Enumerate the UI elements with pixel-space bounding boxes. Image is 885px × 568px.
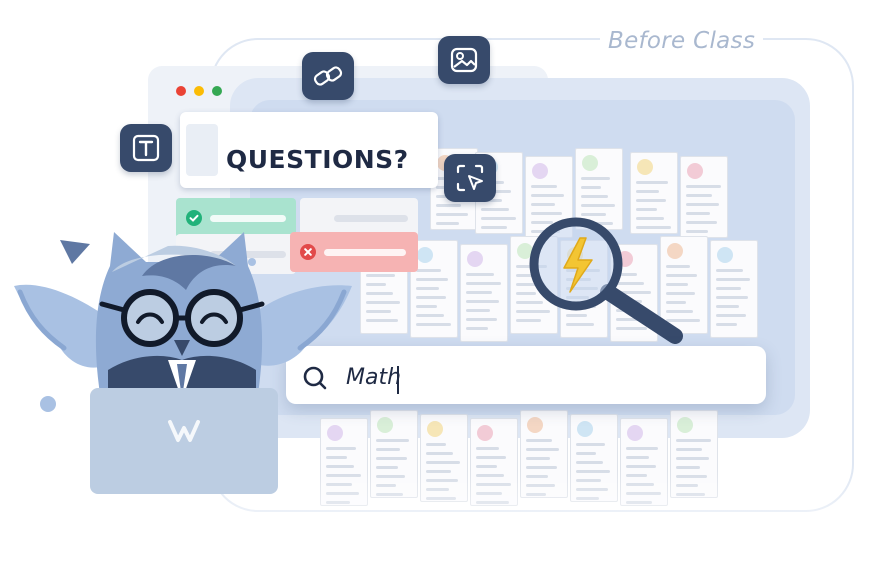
check-icon xyxy=(186,210,202,226)
laptop-logo-icon xyxy=(168,420,200,442)
answer-text-placeholder xyxy=(210,215,286,222)
magnifier-icon xyxy=(529,217,683,344)
link-tool-icon xyxy=(313,66,343,86)
frame-label: Before Class xyxy=(600,28,764,54)
text-tool-button[interactable] xyxy=(120,124,172,172)
select-tool-button[interactable] xyxy=(444,154,496,202)
text-caret xyxy=(397,366,399,394)
answer-text-placeholder xyxy=(334,215,408,222)
image-tool-icon xyxy=(450,47,478,73)
window-maximize-dot[interactable] xyxy=(212,86,222,96)
window-controls xyxy=(176,86,222,96)
link-tool-button[interactable] xyxy=(302,52,354,100)
laptop xyxy=(90,388,278,494)
question-card-title: QUESTIONS? xyxy=(226,145,409,174)
window-close-dot[interactable] xyxy=(176,86,186,96)
select-tool-icon xyxy=(456,164,484,192)
text-tool-icon xyxy=(132,134,160,162)
question-card-thumb xyxy=(186,124,218,176)
window-minimize-dot[interactable] xyxy=(194,86,204,96)
worksheet-thumbnail[interactable] xyxy=(460,244,508,342)
image-tool-button[interactable] xyxy=(438,36,490,84)
worksheet-thumbnail[interactable] xyxy=(710,240,758,338)
